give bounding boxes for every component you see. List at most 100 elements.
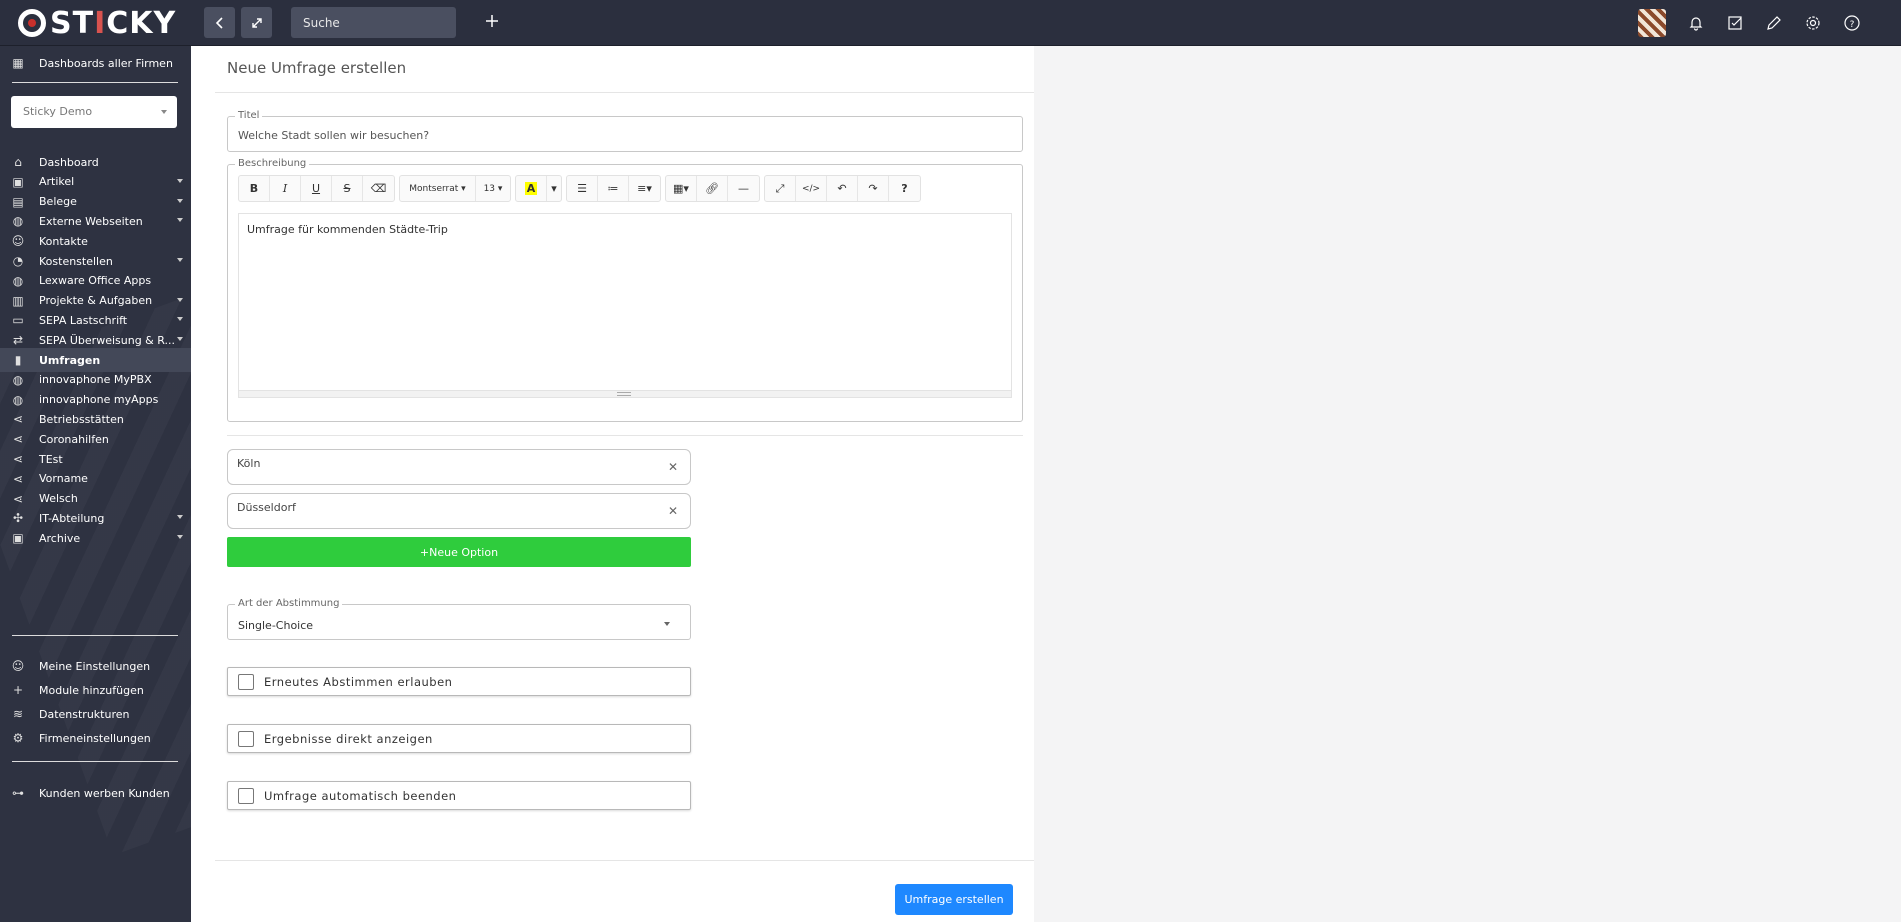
text-color-dropdown[interactable]: ▾ <box>547 176 561 201</box>
chevron-down-icon <box>177 258 183 262</box>
horizontal-rule-icon: — <box>738 182 749 195</box>
expand-button[interactable] <box>241 7 272 38</box>
strikethrough-button[interactable]: S <box>332 176 363 201</box>
edit-button[interactable] <box>1754 8 1793 38</box>
settings-button[interactable] <box>1793 8 1832 38</box>
search-input[interactable] <box>291 7 456 38</box>
option-item[interactable]: Köln ✕ <box>227 449 691 485</box>
clear-format-button[interactable]: ⌫ <box>363 176 394 201</box>
notifications-button[interactable] <box>1676 8 1715 38</box>
code-view-button[interactable]: </> <box>796 176 827 201</box>
italic-button[interactable]: I <box>270 176 301 201</box>
sidebar: ▦ Dashboards aller Firmen Sticky Demo ⌂ D… <box>0 46 191 922</box>
sidebar-item-dashboards-all[interactable]: ▦ Dashboards aller Firmen <box>0 51 191 75</box>
back-button[interactable] <box>204 7 235 38</box>
svg-text:?: ? <box>1849 20 1854 30</box>
help-button[interactable]: ? <box>1832 8 1871 38</box>
plus-icon <box>486 15 498 27</box>
title-field[interactable]: Titel Welche Stadt sollen wir besuchen? <box>227 110 1023 152</box>
vote-type-value: Single-Choice <box>238 619 314 632</box>
avatar[interactable] <box>1638 9 1666 37</box>
checkbox-box[interactable] <box>238 674 254 690</box>
chevron-down-icon <box>177 178 183 183</box>
checkbox-label: Umfrage automatisch beenden <box>264 789 457 803</box>
code-icon: </> <box>801 183 821 194</box>
share-icon: ⋖ <box>12 432 24 447</box>
checkbox-show-results[interactable]: Ergebnisse direkt anzeigen <box>227 724 691 753</box>
hr-button[interactable]: — <box>728 176 759 201</box>
expand-icon <box>251 17 262 28</box>
sidebar-item-label: Betriebsstätten <box>39 412 124 426</box>
logo-text-accent: I <box>94 5 107 41</box>
chevron-down-icon <box>177 297 183 302</box>
sidebar-item[interactable]: ⚙ Firmeneinstellungen <box>0 726 191 750</box>
checkbox-auto-end[interactable]: Umfrage automatisch beenden <box>227 781 691 810</box>
sidebar-item-label: Datenstrukturen <box>39 707 130 721</box>
option-item[interactable]: Düsseldorf ✕ <box>227 493 691 529</box>
globe-icon: ◍ <box>12 372 24 387</box>
sidebar-item-label: Meine Einstellungen <box>39 659 151 673</box>
table-button[interactable]: ▦▾ <box>666 176 697 201</box>
help-button[interactable]: ? <box>889 176 920 201</box>
company-select[interactable]: Sticky Demo <box>11 96 177 128</box>
sidebar-item[interactable]: ☺ Meine Einstellungen <box>0 654 191 678</box>
new-option-button[interactable]: +Neue Option <box>227 537 691 567</box>
sidebar-item-label: Artikel <box>39 175 75 189</box>
description-label: Beschreibung <box>235 158 310 169</box>
project-icon: ▥ <box>12 293 24 308</box>
sidebar-item-label: Umfragen <box>39 353 101 367</box>
underline-button[interactable]: U <box>301 176 332 201</box>
font-family-select[interactable]: Montserrat ▾ <box>400 176 476 201</box>
editor-resize-bar[interactable] <box>238 391 1012 398</box>
checkbox-box[interactable] <box>238 731 254 747</box>
create-survey-label: Umfrage erstellen <box>904 893 1004 906</box>
chevron-down-icon <box>177 198 183 203</box>
redo-button[interactable]: ↷ <box>858 176 889 201</box>
logo-text: ST <box>50 5 95 41</box>
undo-button[interactable]: ↶ <box>827 176 858 201</box>
undo-icon: ↶ <box>837 182 847 195</box>
document-icon: ▤ <box>12 194 24 209</box>
bullet-list-button[interactable]: ☰ <box>567 176 598 201</box>
database-icon: ≋ <box>12 707 24 721</box>
main-content: Neue Umfrage erstellen Titel Welche Stad… <box>191 46 1034 922</box>
link-icon: 🔗︎ <box>705 182 719 195</box>
sidebar-item-label: Dashboard <box>39 155 99 169</box>
create-survey-button[interactable]: Umfrage erstellen <box>895 884 1013 915</box>
checkbox-allow-revote[interactable]: Erneutes Abstimmen erlauben <box>227 667 691 696</box>
font-size-select[interactable]: 13 ▾ <box>476 176 510 201</box>
chevron-down-icon <box>177 218 183 223</box>
share-icon: ⋖ <box>12 491 24 506</box>
home-icon: ⌂ <box>14 155 22 169</box>
sidebar-item[interactable]: ▣ Archive <box>0 526 191 550</box>
bold-button[interactable]: B <box>239 176 270 201</box>
add-button[interactable] <box>485 9 499 34</box>
page-title: Neue Umfrage erstellen <box>227 59 407 77</box>
fullscreen-button[interactable]: ⤢ <box>765 176 796 201</box>
sidebar-item-referral[interactable]: ⊶ Kunden werben Kunden <box>0 781 191 805</box>
link-button[interactable]: 🔗︎ <box>697 176 728 201</box>
sidebar-item[interactable]: + Module hinzufügen <box>0 678 191 702</box>
vote-type-label: Art der Abstimmung <box>235 598 343 609</box>
sidebar-item-label: Archive <box>39 531 81 545</box>
chart-icon: ▮ <box>14 353 22 367</box>
checkbox-box[interactable] <box>238 788 254 804</box>
logo[interactable]: ST I CKY <box>18 5 176 41</box>
chevron-down-icon <box>177 535 183 540</box>
logo-gear-icon <box>18 9 46 37</box>
redo-icon: ↷ <box>868 182 878 195</box>
description-text: Umfrage für kommenden Städte-Trip <box>247 223 448 236</box>
globe-icon: ◍ <box>12 273 24 288</box>
description-editor[interactable]: Umfrage für kommenden Städte-Trip <box>238 213 1012 391</box>
numbered-list-button[interactable]: ≔ <box>598 176 629 201</box>
remove-option-icon[interactable]: ✕ <box>668 504 678 518</box>
numbered-list-icon: ≔ <box>607 182 619 195</box>
remove-option-icon[interactable]: ✕ <box>668 460 678 474</box>
sidebar-item[interactable]: ≋ Datenstrukturen <box>0 702 191 726</box>
vote-type-select[interactable]: Art der Abstimmung Single-Choice <box>227 598 691 640</box>
text-color-button[interactable]: A <box>516 176 547 201</box>
sidebar-item-label: Kontakte <box>39 234 88 248</box>
tasks-button[interactable] <box>1715 8 1754 38</box>
align-button[interactable]: ≡▾ <box>629 176 660 201</box>
resize-grip-icon <box>617 392 631 396</box>
